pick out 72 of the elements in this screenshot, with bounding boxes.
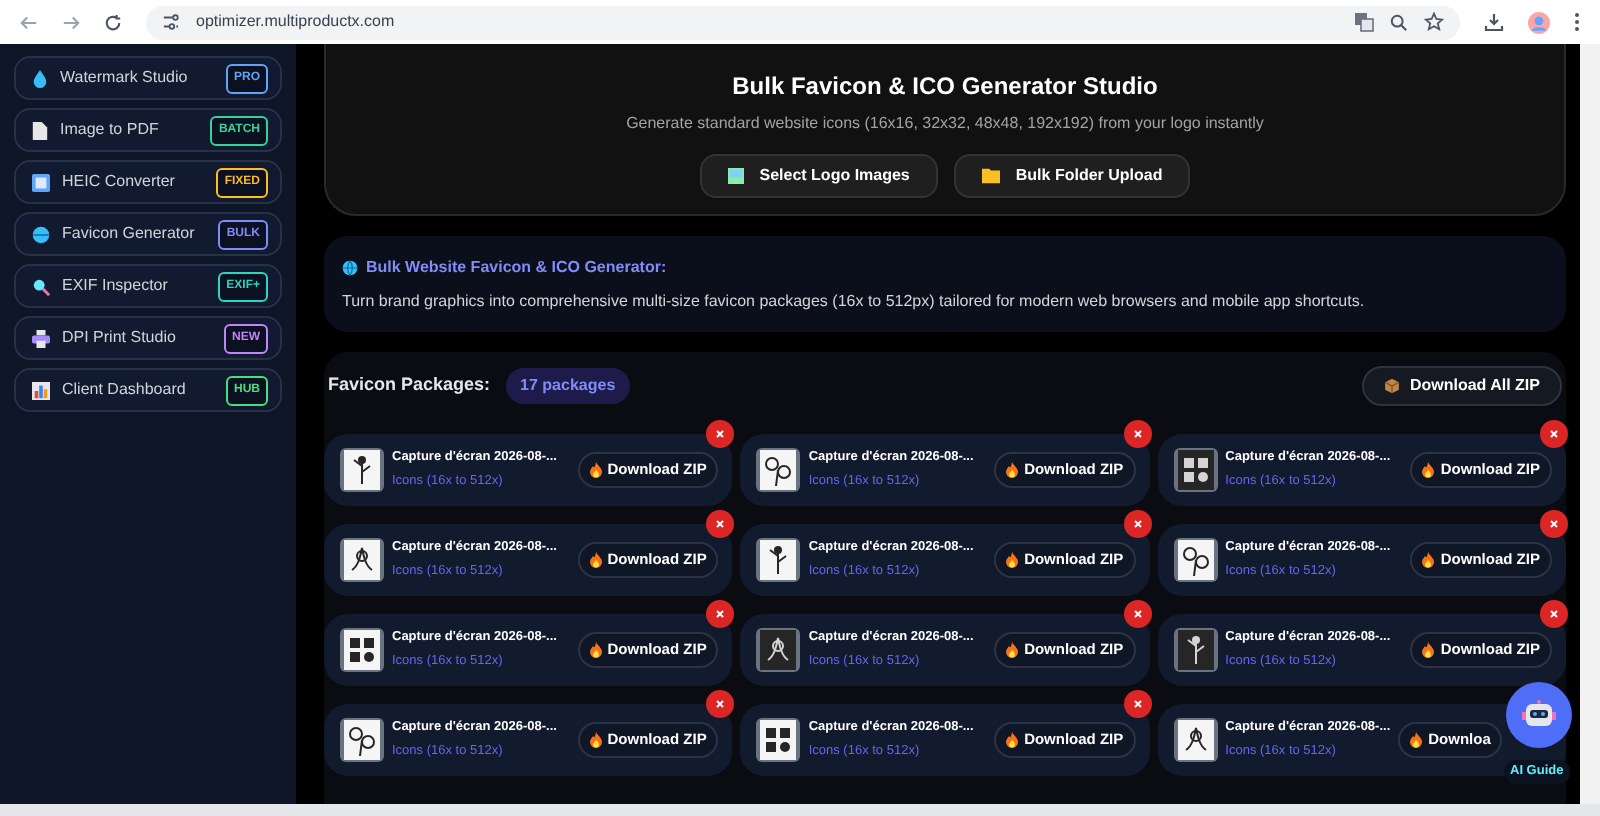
printer-icon	[32, 329, 50, 347]
close-icon	[1133, 520, 1142, 528]
close-icon	[716, 610, 725, 618]
close-icon	[1133, 700, 1142, 708]
url-text: optimizer.multiproductx.com	[196, 10, 397, 34]
globe-icon	[342, 260, 358, 276]
globe-icon	[32, 225, 50, 243]
flame-icon	[1006, 642, 1019, 658]
remove-button[interactable]	[1123, 690, 1152, 718]
sidebar-label: Watermark Studio	[60, 66, 190, 90]
remove-button[interactable]	[1123, 420, 1152, 448]
flame-icon	[1006, 552, 1019, 568]
flame-icon	[1422, 642, 1435, 658]
close-icon	[1549, 520, 1558, 528]
flame-icon	[1422, 462, 1435, 478]
upload-button[interactable]: Select Logo Images	[699, 154, 938, 198]
magnifier-icon	[32, 277, 50, 295]
upload-button[interactable]: Bulk Folder Upload	[953, 154, 1191, 198]
flame-icon	[589, 732, 602, 748]
robot-icon	[1522, 700, 1556, 730]
sidebar-label: HEIC Converter	[62, 170, 177, 194]
flame-icon	[589, 552, 602, 568]
info-text: Turn brand graphics into comprehensive multi-size favicon packages (16x to 512px) tailored for modern web browsers and mobile app shortcuts.	[342, 290, 1367, 314]
image-icon	[727, 168, 744, 184]
close-icon	[716, 700, 725, 708]
sidebar-label: Image to PDF	[60, 118, 161, 142]
packages-count: 17 packages	[506, 368, 630, 404]
download-all-button[interactable]: Download All ZIP	[1361, 366, 1562, 406]
close-icon	[1133, 430, 1142, 438]
remove-button[interactable]	[706, 420, 735, 448]
folder-icon	[981, 168, 1000, 184]
close-icon	[716, 520, 725, 528]
packages-label: Favicon Packages:	[328, 372, 491, 399]
remove-button[interactable]	[1123, 510, 1152, 538]
document-icon	[32, 121, 48, 139]
chart-icon	[32, 381, 50, 399]
remove-button[interactable]	[706, 600, 735, 628]
image-icon	[32, 173, 50, 191]
star-icon[interactable]	[1424, 12, 1444, 32]
reload-icon[interactable]	[104, 13, 122, 31]
download-icon[interactable]	[1484, 12, 1504, 32]
sidebar-label: Client Dashboard	[62, 378, 188, 402]
close-icon	[1549, 430, 1558, 438]
site-settings-icon[interactable]	[162, 14, 180, 30]
droplet-icon	[32, 69, 48, 87]
remove-button[interactable]	[1539, 600, 1568, 628]
address-bar[interactable]: optimizer.multiproductx.com	[146, 5, 1460, 39]
flame-icon	[1006, 732, 1019, 748]
menu-icon[interactable]	[1574, 12, 1580, 32]
flame-icon	[1410, 732, 1423, 748]
close-icon	[1133, 610, 1142, 618]
flame-icon	[589, 642, 602, 658]
remove-button[interactable]	[1123, 600, 1152, 628]
scrollbar[interactable]	[1580, 44, 1600, 804]
remove-button[interactable]	[1539, 420, 1568, 448]
remove-button[interactable]	[706, 690, 735, 718]
remove-button[interactable]	[1539, 510, 1568, 538]
flame-icon	[1422, 552, 1435, 568]
page-subtitle: Generate standard website icons (16x16, 32x32, 48x48, 192x192) from your logo instantly	[626, 112, 1264, 136]
zoom-icon[interactable]	[1390, 13, 1408, 31]
flame-icon	[589, 462, 602, 478]
sidebar-label: DPI Print Studio	[62, 326, 178, 350]
page-title: Bulk Favicon & ICO Generator Studio	[732, 70, 1158, 104]
avatar-icon[interactable]	[1528, 11, 1550, 33]
info-title: Bulk Website Favicon & ICO Generator:	[366, 256, 667, 280]
sidebar-label: EXIF Inspector	[62, 274, 170, 298]
flame-icon	[1006, 462, 1019, 478]
sidebar-label: Favicon Generator	[62, 222, 197, 246]
package-icon	[1383, 378, 1400, 394]
close-icon	[1549, 610, 1558, 618]
remove-button[interactable]	[706, 510, 735, 538]
close-icon	[716, 430, 725, 438]
